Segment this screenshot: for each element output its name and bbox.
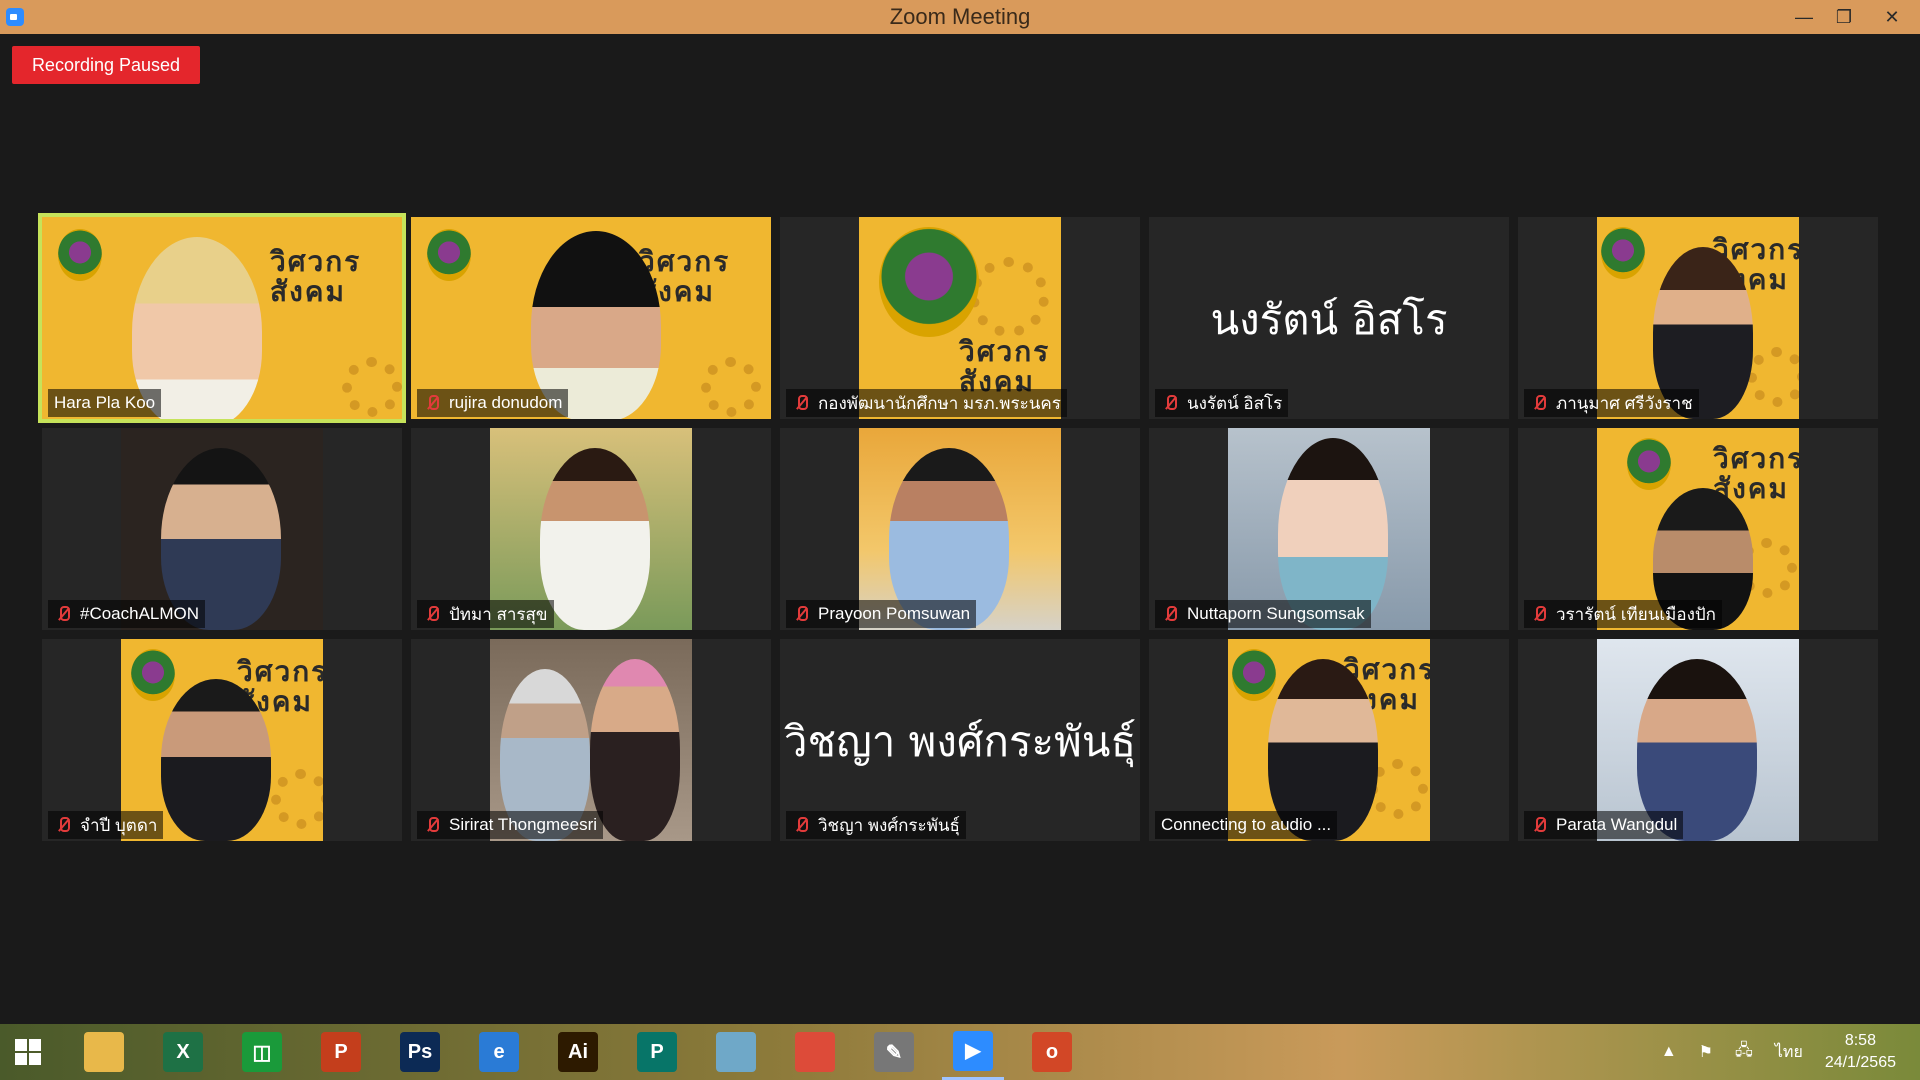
participant-name-label: ปัทมา สารสุข xyxy=(417,600,554,628)
participant-name-label: วรารัตน์ เทียนเมืองปัก xyxy=(1524,600,1722,628)
background-title: วิศวกร สังคม xyxy=(270,246,362,307)
publisher-taskbar-button[interactable]: P xyxy=(626,1024,688,1080)
clock-time: 8:58 xyxy=(1844,1032,1876,1049)
participant-tile[interactable]: นงรัตน์ อิสโร นงรัตน์ อิสโร xyxy=(1149,217,1509,419)
mic-muted-icon xyxy=(792,605,810,623)
pen-tool-taskbar-button[interactable]: ✎ xyxy=(863,1024,925,1080)
excel-icon: X xyxy=(163,1032,203,1072)
participant-name-label: นงรัตน์ อิสโร xyxy=(1155,389,1289,417)
person-image xyxy=(540,448,650,630)
participant-name-label: วิชญา พงศ์กระพันธุ์ xyxy=(786,811,966,839)
mic-muted-icon xyxy=(54,605,72,623)
zoom-icon xyxy=(6,8,24,26)
participant-name-label: จำปี บุตดา xyxy=(48,811,164,839)
chrome-taskbar-button[interactable] xyxy=(784,1024,846,1080)
participant-tile[interactable]: Sirirat Thongmeesri xyxy=(411,639,771,841)
clock-date: 24/1/2565 xyxy=(1824,1054,1896,1071)
excel-taskbar-button[interactable]: X xyxy=(152,1024,214,1080)
powerpoint-icon: P xyxy=(321,1032,361,1072)
participant-name-label: rujira donudom xyxy=(417,389,569,417)
internet-explorer-icon: e xyxy=(479,1032,519,1072)
person-image xyxy=(161,679,271,841)
participant-tile[interactable]: ปัทมา สารสุข xyxy=(411,428,771,630)
powerpoint-viewer-taskbar-button[interactable]: o xyxy=(1021,1024,1083,1080)
participant-tile[interactable]: วิศวกร สังคม จำปี บุตดา xyxy=(42,639,402,841)
zoom-icon: ▶ xyxy=(953,1030,993,1071)
internet-explorer-taskbar-button[interactable]: e xyxy=(468,1024,530,1080)
mic-muted-icon xyxy=(792,816,810,834)
mic-muted-icon xyxy=(423,816,441,834)
system-tray: ▲ ⚑ 🖧 ไทย 8:58 24/1/2565 xyxy=(1661,1024,1920,1080)
mic-muted-icon xyxy=(423,605,441,623)
person-image xyxy=(590,659,680,841)
recording-paused-badge[interactable]: Recording Paused xyxy=(12,46,200,84)
language-indicator[interactable]: ไทย xyxy=(1775,1040,1803,1065)
store-taskbar-button[interactable]: ◫ xyxy=(231,1024,293,1080)
participant-name-label: Hara Pla Koo xyxy=(48,389,162,417)
chrome-icon xyxy=(795,1032,835,1072)
participant-name-label: ภานุมาศ ศรีวังราช xyxy=(1524,389,1699,417)
participant-name-label: Connecting to audio ... xyxy=(1155,811,1338,839)
start-button[interactable] xyxy=(0,1024,56,1080)
publisher-icon: P xyxy=(637,1032,677,1072)
participant-tile[interactable]: วิศวกร สังคม Hara Pla Koo xyxy=(38,213,406,423)
mic-muted-icon xyxy=(1530,816,1548,834)
participant-tile[interactable]: Nuttaporn Sungsomsak xyxy=(1149,428,1509,630)
photoshop-icon: Ps xyxy=(400,1032,440,1072)
taskbar-apps: X ◫ P Ps e Ai P ✎ ▶ o xyxy=(56,1024,1083,1080)
participant-tile[interactable]: Parata Wangdul xyxy=(1518,639,1878,841)
pen-tool-icon: ✎ xyxy=(874,1032,914,1072)
participant-name-label: Sirirat Thongmeesri xyxy=(417,811,604,839)
participant-tile[interactable]: วิศวกร สังคม Connecting to audio ... xyxy=(1149,639,1509,841)
participant-name-label: #CoachALMON xyxy=(48,600,206,628)
mic-muted-icon xyxy=(54,816,72,834)
window-title: Zoom Meeting xyxy=(889,4,1031,29)
participant-name-label: Nuttaporn Sungsomsak xyxy=(1155,600,1371,628)
participant-tile[interactable]: วิศวกร สังคม rujira donudom xyxy=(411,217,771,419)
participant-tile[interactable]: วิศวกร สังคม กองพัฒนานักศึกษา มรภ.พระนคร xyxy=(780,217,1140,419)
illustrator-taskbar-button[interactable]: Ai xyxy=(547,1024,609,1080)
clock[interactable]: 8:58 24/1/2565 xyxy=(1825,1030,1896,1074)
window-titlebar: Zoom Meeting — ❐ ✕ xyxy=(0,0,1920,34)
participant-name-label: Parata Wangdul xyxy=(1524,811,1684,839)
mic-muted-icon xyxy=(1530,605,1548,623)
window-controls: — ❐ ✕ xyxy=(1784,0,1920,34)
windows-icon xyxy=(15,1039,41,1065)
notes-taskbar-button[interactable] xyxy=(705,1024,767,1080)
participant-tile[interactable]: วิชญา พงศ์กระพันธุ์ วิชญา พงศ์กระพันธุ์ xyxy=(780,639,1140,841)
participant-name-label: กองพัฒนานักศึกษา มรภ.พระนคร xyxy=(786,389,1067,417)
minimize-button[interactable]: — xyxy=(1784,0,1824,34)
mic-muted-icon xyxy=(792,394,810,412)
mic-muted-icon xyxy=(1161,605,1179,623)
participant-name-display: วิชญา พงศ์กระพันธุ์ xyxy=(783,717,1137,766)
show-hidden-icons-button[interactable]: ▲ xyxy=(1661,1043,1677,1061)
mic-muted-icon xyxy=(1530,394,1548,412)
file-explorer-taskbar-button[interactable] xyxy=(73,1024,135,1080)
participant-tile[interactable]: #CoachALMON xyxy=(42,428,402,630)
powerpoint-viewer-icon: o xyxy=(1032,1032,1072,1072)
photoshop-taskbar-button[interactable]: Ps xyxy=(389,1024,451,1080)
participant-tile[interactable]: วิศวกร สังคม ภานุมาศ ศรีวังราช xyxy=(1518,217,1878,419)
powerpoint-taskbar-button[interactable]: P xyxy=(310,1024,372,1080)
participant-name-display: นงรัตน์ อิสโร xyxy=(1210,295,1448,344)
participant-tile[interactable]: วิศวกร สังคม วรารัตน์ เทียนเมืองปัก xyxy=(1518,428,1878,630)
mic-muted-icon xyxy=(1161,394,1179,412)
participant-tile[interactable]: Prayoon Pomsuwan xyxy=(780,428,1140,630)
illustrator-icon: Ai xyxy=(558,1032,598,1072)
store-icon: ◫ xyxy=(242,1032,282,1072)
mic-muted-icon xyxy=(423,394,441,412)
network-icon[interactable]: 🖧 xyxy=(1735,1039,1753,1066)
file-explorer-icon xyxy=(84,1032,124,1072)
participant-name-label: Prayoon Pomsuwan xyxy=(786,600,977,628)
action-center-flag-icon[interactable]: ⚑ xyxy=(1699,1042,1713,1062)
windows-taskbar: X ◫ P Ps e Ai P ✎ ▶ o ▲ ⚑ 🖧 ไทย 8:58 24/1/2565 xyxy=(0,1024,1920,1080)
zoom-taskbar-button[interactable]: ▶ xyxy=(942,1024,1004,1080)
close-button[interactable]: ✕ xyxy=(1864,0,1920,34)
notes-icon xyxy=(716,1032,756,1072)
restore-button[interactable]: ❐ xyxy=(1824,0,1864,34)
background-title: วิศวกร สังคม xyxy=(959,336,1051,397)
